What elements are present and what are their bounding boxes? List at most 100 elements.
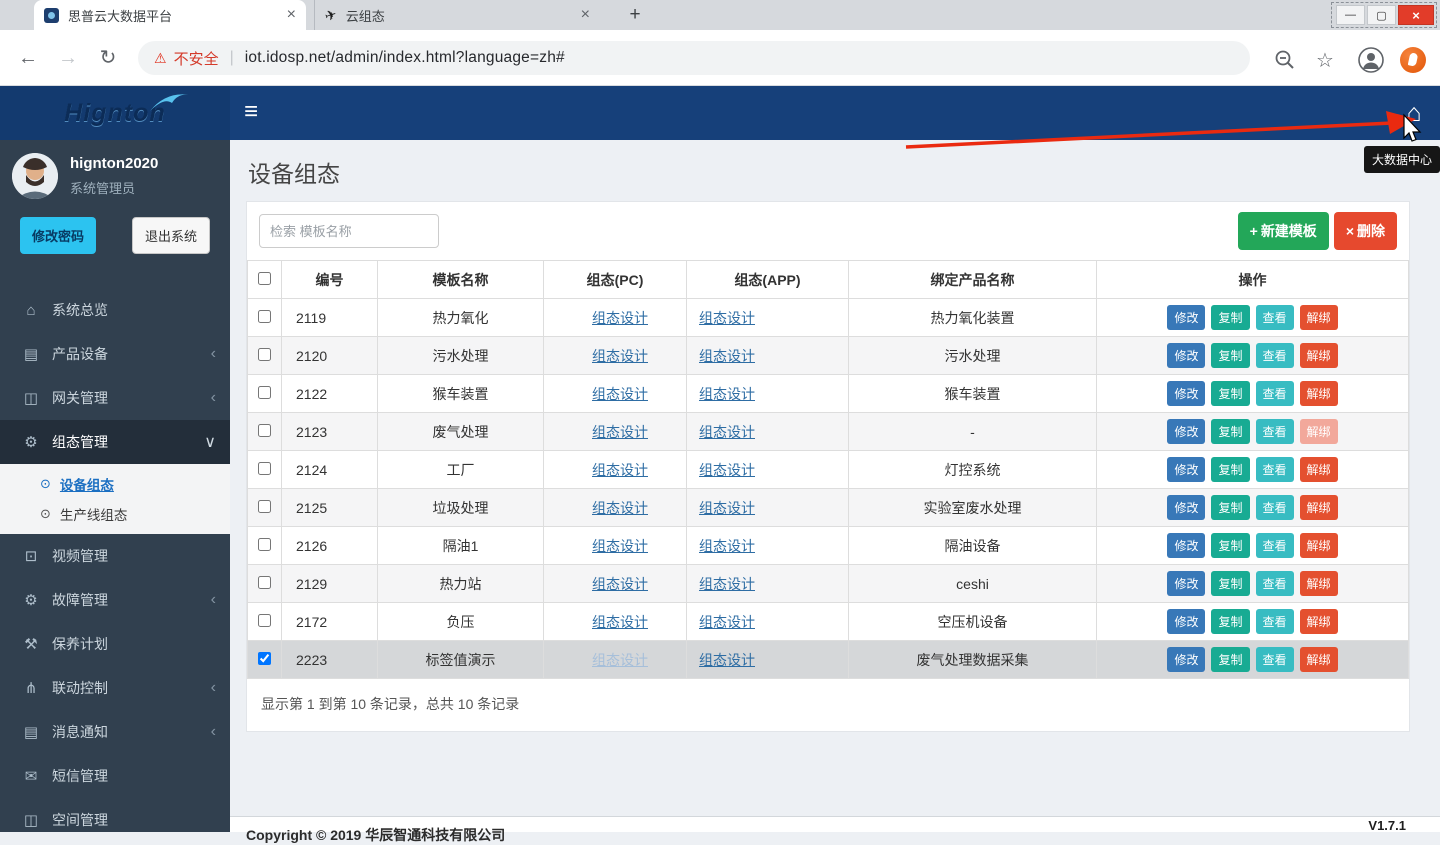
row-checkbox[interactable] [258,348,271,361]
row-checkbox[interactable] [258,462,271,475]
tab-close-icon[interactable]: × [581,6,590,24]
action-unbind-button[interactable]: 解绑 [1300,343,1338,368]
action-copy-button[interactable]: 复制 [1211,457,1249,482]
search-input[interactable] [259,214,439,248]
action-view-button[interactable]: 查看 [1256,609,1294,634]
zoom-icon[interactable] [1272,47,1298,73]
action-unbind-button[interactable]: 解绑 [1300,381,1338,406]
action-view-button[interactable]: 查看 [1256,343,1294,368]
sidebar-item-config[interactable]: ⚙组态管理∨ [0,420,230,464]
pc-config-link[interactable]: 组态设计 [592,614,648,630]
pc-config-link[interactable]: 组态设计 [592,500,648,516]
row-checkbox[interactable] [258,576,271,589]
app-config-link[interactable]: 组态设计 [699,310,755,326]
sidebar-item-overview[interactable]: ⌂系统总览 [0,288,230,332]
pc-config-link[interactable]: 组态设计 [592,652,648,668]
app-config-link[interactable]: 组态设计 [699,386,755,402]
sidebar-item-space[interactable]: ◫空间管理 [0,798,230,842]
sidebar-item-fault[interactable]: ⚙故障管理‹ [0,578,230,622]
browser-tab-inactive[interactable]: ✈ 云组态 × [314,0,600,30]
delete-button[interactable]: ×删除 [1334,212,1397,250]
action-edit-button[interactable]: 修改 [1167,533,1205,558]
logout-button[interactable]: 退出系统 [132,217,210,254]
action-unbind-button[interactable]: 解绑 [1300,609,1338,634]
action-copy-button[interactable]: 复制 [1211,419,1249,444]
pc-config-link[interactable]: 组态设计 [592,576,648,592]
app-config-link[interactable]: 组态设计 [699,538,755,554]
row-checkbox[interactable] [258,614,271,627]
action-unbind-button[interactable]: 解绑 [1300,457,1338,482]
row-checkbox[interactable] [258,386,271,399]
bookmark-star-icon[interactable]: ☆ [1312,47,1338,73]
sidebar-item-maintenance[interactable]: ⚒保养计划 [0,622,230,666]
change-password-button[interactable]: 修改密码 [20,217,96,254]
action-view-button[interactable]: 查看 [1256,305,1294,330]
new-template-button[interactable]: +新建模板 [1238,212,1329,250]
action-unbind-button[interactable]: 解绑 [1300,305,1338,330]
action-copy-button[interactable]: 复制 [1211,381,1249,406]
app-config-link[interactable]: 组态设计 [699,348,755,364]
action-view-button[interactable]: 查看 [1256,533,1294,558]
row-checkbox[interactable] [258,500,271,513]
action-copy-button[interactable]: 复制 [1211,305,1249,330]
action-edit-button[interactable]: 修改 [1167,343,1205,368]
action-edit-button[interactable]: 修改 [1167,647,1205,672]
logo-zone[interactable]: Hignton [0,86,230,140]
action-edit-button[interactable]: 修改 [1167,381,1205,406]
action-view-button[interactable]: 查看 [1256,419,1294,444]
row-checkbox[interactable] [258,538,271,551]
action-view-button[interactable]: 查看 [1256,495,1294,520]
action-unbind-button[interactable]: 解绑 [1300,533,1338,558]
app-config-link[interactable]: 组态设计 [699,424,755,440]
row-checkbox[interactable] [258,652,271,665]
url-field[interactable]: ⚠ 不安全 | iot.idosp.net/admin/index.html?l… [138,41,1250,75]
tab-close-icon[interactable]: × [287,6,296,24]
reload-button[interactable]: ↻ [94,44,122,72]
app-config-link[interactable]: 组态设计 [699,652,755,668]
sidebar-toggle-icon[interactable]: ≡ [244,98,258,126]
app-config-link[interactable]: 组态设计 [699,614,755,630]
action-copy-button[interactable]: 复制 [1211,571,1249,596]
action-view-button[interactable]: 查看 [1256,571,1294,596]
action-view-button[interactable]: 查看 [1256,457,1294,482]
action-view-button[interactable]: 查看 [1256,381,1294,406]
close-window-button[interactable]: × [1398,5,1434,25]
action-unbind-button[interactable]: 解绑 [1300,419,1338,444]
action-edit-button[interactable]: 修改 [1167,419,1205,444]
app-config-link[interactable]: 组态设计 [699,462,755,478]
action-copy-button[interactable]: 复制 [1211,495,1249,520]
action-unbind-button[interactable]: 解绑 [1300,495,1338,520]
select-all-checkbox[interactable] [258,272,271,285]
action-edit-button[interactable]: 修改 [1167,609,1205,634]
pc-config-link[interactable]: 组态设计 [592,462,648,478]
action-copy-button[interactable]: 复制 [1211,609,1249,634]
app-config-link[interactable]: 组态设计 [699,500,755,516]
action-view-button[interactable]: 查看 [1256,647,1294,672]
action-edit-button[interactable]: 修改 [1167,495,1205,520]
pc-config-link[interactable]: 组态设计 [592,310,648,326]
action-copy-button[interactable]: 复制 [1211,647,1249,672]
action-unbind-button[interactable]: 解绑 [1300,647,1338,672]
action-copy-button[interactable]: 复制 [1211,533,1249,558]
row-checkbox[interactable] [258,424,271,437]
pc-config-link[interactable]: 组态设计 [592,386,648,402]
back-button[interactable]: ← [14,44,42,72]
pc-config-link[interactable]: 组态设计 [592,424,648,440]
sidebar-item-linkage[interactable]: ⋔联动控制‹ [0,666,230,710]
action-edit-button[interactable]: 修改 [1167,457,1205,482]
browser-extension-icon[interactable] [1400,47,1426,73]
action-copy-button[interactable]: 复制 [1211,343,1249,368]
new-tab-button[interactable]: + [622,3,648,29]
sidebar-subitem-line-config[interactable]: ⊙生产线组态 [0,499,230,529]
minimize-button[interactable]: — [1336,5,1365,25]
sidebar-item-video[interactable]: ⊡视频管理 [0,534,230,578]
sidebar-item-message[interactable]: ▤消息通知‹ [0,710,230,754]
row-checkbox[interactable] [258,310,271,323]
pc-config-link[interactable]: 组态设计 [592,348,648,364]
sidebar-subitem-device-config[interactable]: ⊙设备组态 [0,469,230,499]
sidebar-item-products[interactable]: ▤产品设备‹ [0,332,230,376]
browser-profile-icon[interactable] [1358,47,1384,73]
action-unbind-button[interactable]: 解绑 [1300,571,1338,596]
sidebar-item-gateway[interactable]: ◫网关管理‹ [0,376,230,420]
action-edit-button[interactable]: 修改 [1167,305,1205,330]
